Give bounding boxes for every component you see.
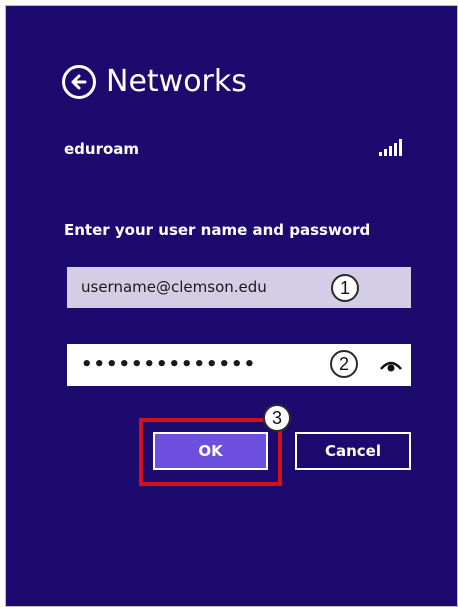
back-button[interactable]	[62, 64, 96, 99]
ok-button[interactable]: OK	[153, 432, 268, 470]
back-arrow-icon	[71, 74, 87, 89]
network-login-panel: Networks eduroam Enter your user name an…	[6, 6, 457, 606]
callout-1: 1	[331, 274, 359, 302]
network-name: eduroam	[64, 140, 140, 158]
callout-2: 2	[330, 350, 358, 378]
cancel-button[interactable]: Cancel	[295, 432, 411, 470]
username-field[interactable]: username@clemson.edu	[67, 267, 411, 308]
header: Networks	[62, 64, 247, 99]
callout-3: 3	[263, 404, 291, 432]
password-field[interactable]: ••••••••••••••	[67, 344, 411, 386]
page-title: Networks	[106, 64, 247, 99]
eye-icon[interactable]	[380, 359, 402, 373]
credentials-prompt: Enter your user name and password	[64, 221, 371, 239]
wifi-signal-icon	[379, 139, 402, 156]
